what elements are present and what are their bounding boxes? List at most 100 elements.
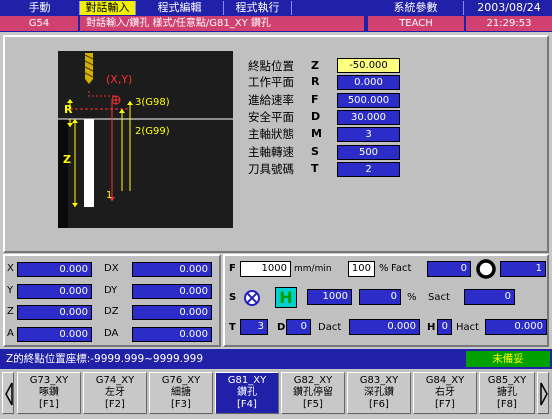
param-spindle-state-code: M bbox=[311, 127, 322, 140]
fact-label: Fact bbox=[391, 263, 412, 274]
step-1-label: 1 bbox=[106, 190, 113, 201]
axis-z-label: Z bbox=[7, 306, 14, 317]
safe-plane-field[interactable]: 30.000 bbox=[337, 110, 400, 125]
tab-system-params[interactable]: 系統參數 bbox=[368, 1, 464, 15]
softkey-next-button[interactable] bbox=[537, 372, 549, 414]
drill-cycle-diagram bbox=[58, 51, 233, 228]
softkey-f6-g83[interactable]: G83_XY 深孔鑽 [F6] bbox=[347, 372, 411, 414]
softkey-key: [F3] bbox=[171, 399, 191, 410]
date-display: 2003/08/24 bbox=[477, 1, 541, 14]
param-feed-rate-label: 進給速率 bbox=[248, 93, 294, 107]
softkey-name: 深孔鑽 bbox=[364, 387, 394, 398]
axis-dy-label: DY bbox=[104, 285, 118, 296]
tab-program-run[interactable]: 程式執行 bbox=[224, 1, 292, 15]
clock-display: 21:29:53 bbox=[466, 16, 552, 31]
param-tool-number-label: 刀具號碼 bbox=[248, 162, 294, 176]
softkey-f8-g85[interactable]: G85_XY 搪孔 [F8] bbox=[479, 372, 535, 414]
axis-a-label: A bbox=[7, 328, 14, 339]
axis-y-label: Y bbox=[7, 285, 14, 296]
param-end-position-label: 終點位置 bbox=[248, 59, 294, 73]
axis-x-value: 0.000 bbox=[17, 262, 92, 277]
softkey-f2-g74[interactable]: G74_XY 左牙 [F2] bbox=[83, 372, 147, 414]
axis-dz-value: 0.000 bbox=[132, 305, 212, 320]
tab-manual[interactable]: 手動 bbox=[0, 1, 80, 15]
softkey-name: 啄鑽 bbox=[39, 387, 59, 398]
softkey-name: 細搪 bbox=[171, 387, 191, 398]
axis-a-value: 0.000 bbox=[17, 327, 92, 342]
softkey-name: 右牙 bbox=[435, 387, 455, 398]
work-plane-field[interactable]: 0.000 bbox=[337, 75, 400, 90]
spindle-high-gear-indicator: H bbox=[275, 287, 297, 308]
softkey-key: [F6] bbox=[369, 399, 389, 410]
feed-step-value: 1 bbox=[500, 261, 546, 277]
softkey-key: [F1] bbox=[39, 399, 59, 410]
feed-value: 1000 bbox=[240, 261, 291, 277]
softkey-f4-g81[interactable]: G81_XY 鑽孔 [F4] bbox=[215, 372, 279, 414]
param-tool-number-code: T bbox=[311, 162, 319, 175]
dact-label: Dact bbox=[318, 322, 342, 333]
arrow-right-icon bbox=[540, 382, 548, 406]
dact-value: 0.000 bbox=[349, 319, 420, 335]
softkey-key: [F2] bbox=[105, 399, 125, 410]
param-end-position-code: Z bbox=[311, 59, 319, 72]
tool-label: T bbox=[229, 322, 236, 333]
param-safe-plane-label: 安全平面 bbox=[248, 110, 294, 124]
softkey-name: 搪孔 bbox=[497, 387, 517, 398]
tool-number-field[interactable]: 2 bbox=[337, 162, 400, 177]
softkey-name: 鑽孔 bbox=[237, 387, 257, 398]
softkey-code: G84_XY bbox=[425, 375, 465, 386]
feed-label: F bbox=[229, 263, 236, 274]
r-plane-label: R bbox=[64, 103, 73, 116]
softkey-key: [F8] bbox=[497, 399, 517, 410]
sact-value: 0 bbox=[464, 289, 515, 305]
axis-dx-value: 0.000 bbox=[132, 262, 212, 277]
param-work-plane-code: R bbox=[311, 75, 320, 88]
softkey-key: [F5] bbox=[303, 399, 323, 410]
tool-value: 3 bbox=[240, 319, 268, 335]
axis-dz-label: DZ bbox=[104, 306, 119, 317]
spindle-speed-field[interactable]: 500 bbox=[337, 145, 400, 160]
axis-da-label: DA bbox=[104, 328, 119, 339]
axis-y-value: 0.000 bbox=[17, 284, 92, 299]
spindle-label: S bbox=[229, 292, 237, 303]
axis-x-label: X bbox=[7, 263, 14, 274]
param-spindle-state-label: 主軸狀態 bbox=[248, 127, 294, 141]
tab-dialog-input[interactable]: 對話輸入 bbox=[80, 1, 136, 15]
param-spindle-speed-label: 主軸轉速 bbox=[248, 145, 294, 159]
spindle-override-value: 0 bbox=[359, 289, 401, 305]
softkey-name: 左牙 bbox=[105, 387, 125, 398]
softkey-code: G83_XY bbox=[359, 375, 399, 386]
feed-hold-icon[interactable] bbox=[476, 259, 496, 279]
hact-value: 0.000 bbox=[485, 319, 547, 335]
end-position-field[interactable]: -50.000 bbox=[337, 58, 400, 73]
softkey-f7-g84[interactable]: G84_XY 右牙 [F7] bbox=[413, 372, 477, 414]
spindle-state-field[interactable]: 3 bbox=[337, 127, 400, 142]
softkey-code: G82_XY bbox=[293, 375, 333, 386]
spindle-stop-icon[interactable] bbox=[242, 288, 262, 308]
softkey-key: [F7] bbox=[435, 399, 455, 410]
fact-value: 0 bbox=[427, 261, 471, 277]
softkey-f3-g76[interactable]: G76_XY 細搪 [F3] bbox=[149, 372, 213, 414]
softkey-f5-g82[interactable]: G82_XY 鑽孔停留 [F5] bbox=[281, 372, 345, 414]
z-depth-label: Z bbox=[63, 153, 71, 166]
feed-override-value: 100 bbox=[348, 261, 375, 277]
feed-unit: mm/min bbox=[294, 264, 332, 274]
spindle-speed-value: 1000 bbox=[307, 289, 352, 305]
softkey-f1-g73[interactable]: G73_XY 啄鑽 [F1] bbox=[17, 372, 81, 414]
hact-label: Hact bbox=[456, 322, 480, 333]
param-safe-plane-code: D bbox=[311, 110, 321, 123]
mode-indicator: TEACH bbox=[368, 16, 464, 31]
h-offset-value: 0 bbox=[437, 319, 452, 335]
axis-dy-value: 0.000 bbox=[132, 284, 212, 299]
work-offset-gcode: G54 bbox=[0, 16, 78, 31]
g98-label: 3(G98) bbox=[135, 97, 170, 108]
h-offset-label: H bbox=[427, 322, 436, 333]
feed-rate-field[interactable]: 500.000 bbox=[337, 93, 400, 108]
param-feed-rate-code: F bbox=[311, 93, 319, 106]
param-work-plane-label: 工作平面 bbox=[248, 75, 294, 89]
xy-point-label: (X,Y) bbox=[106, 73, 133, 86]
status-message: Z的終點位置座標:-9999.999~9999.999 bbox=[6, 353, 204, 365]
sact-label: Sact bbox=[428, 292, 450, 303]
softkey-prev-button[interactable] bbox=[2, 372, 14, 414]
tab-program-edit[interactable]: 程式編輯 bbox=[136, 1, 224, 15]
